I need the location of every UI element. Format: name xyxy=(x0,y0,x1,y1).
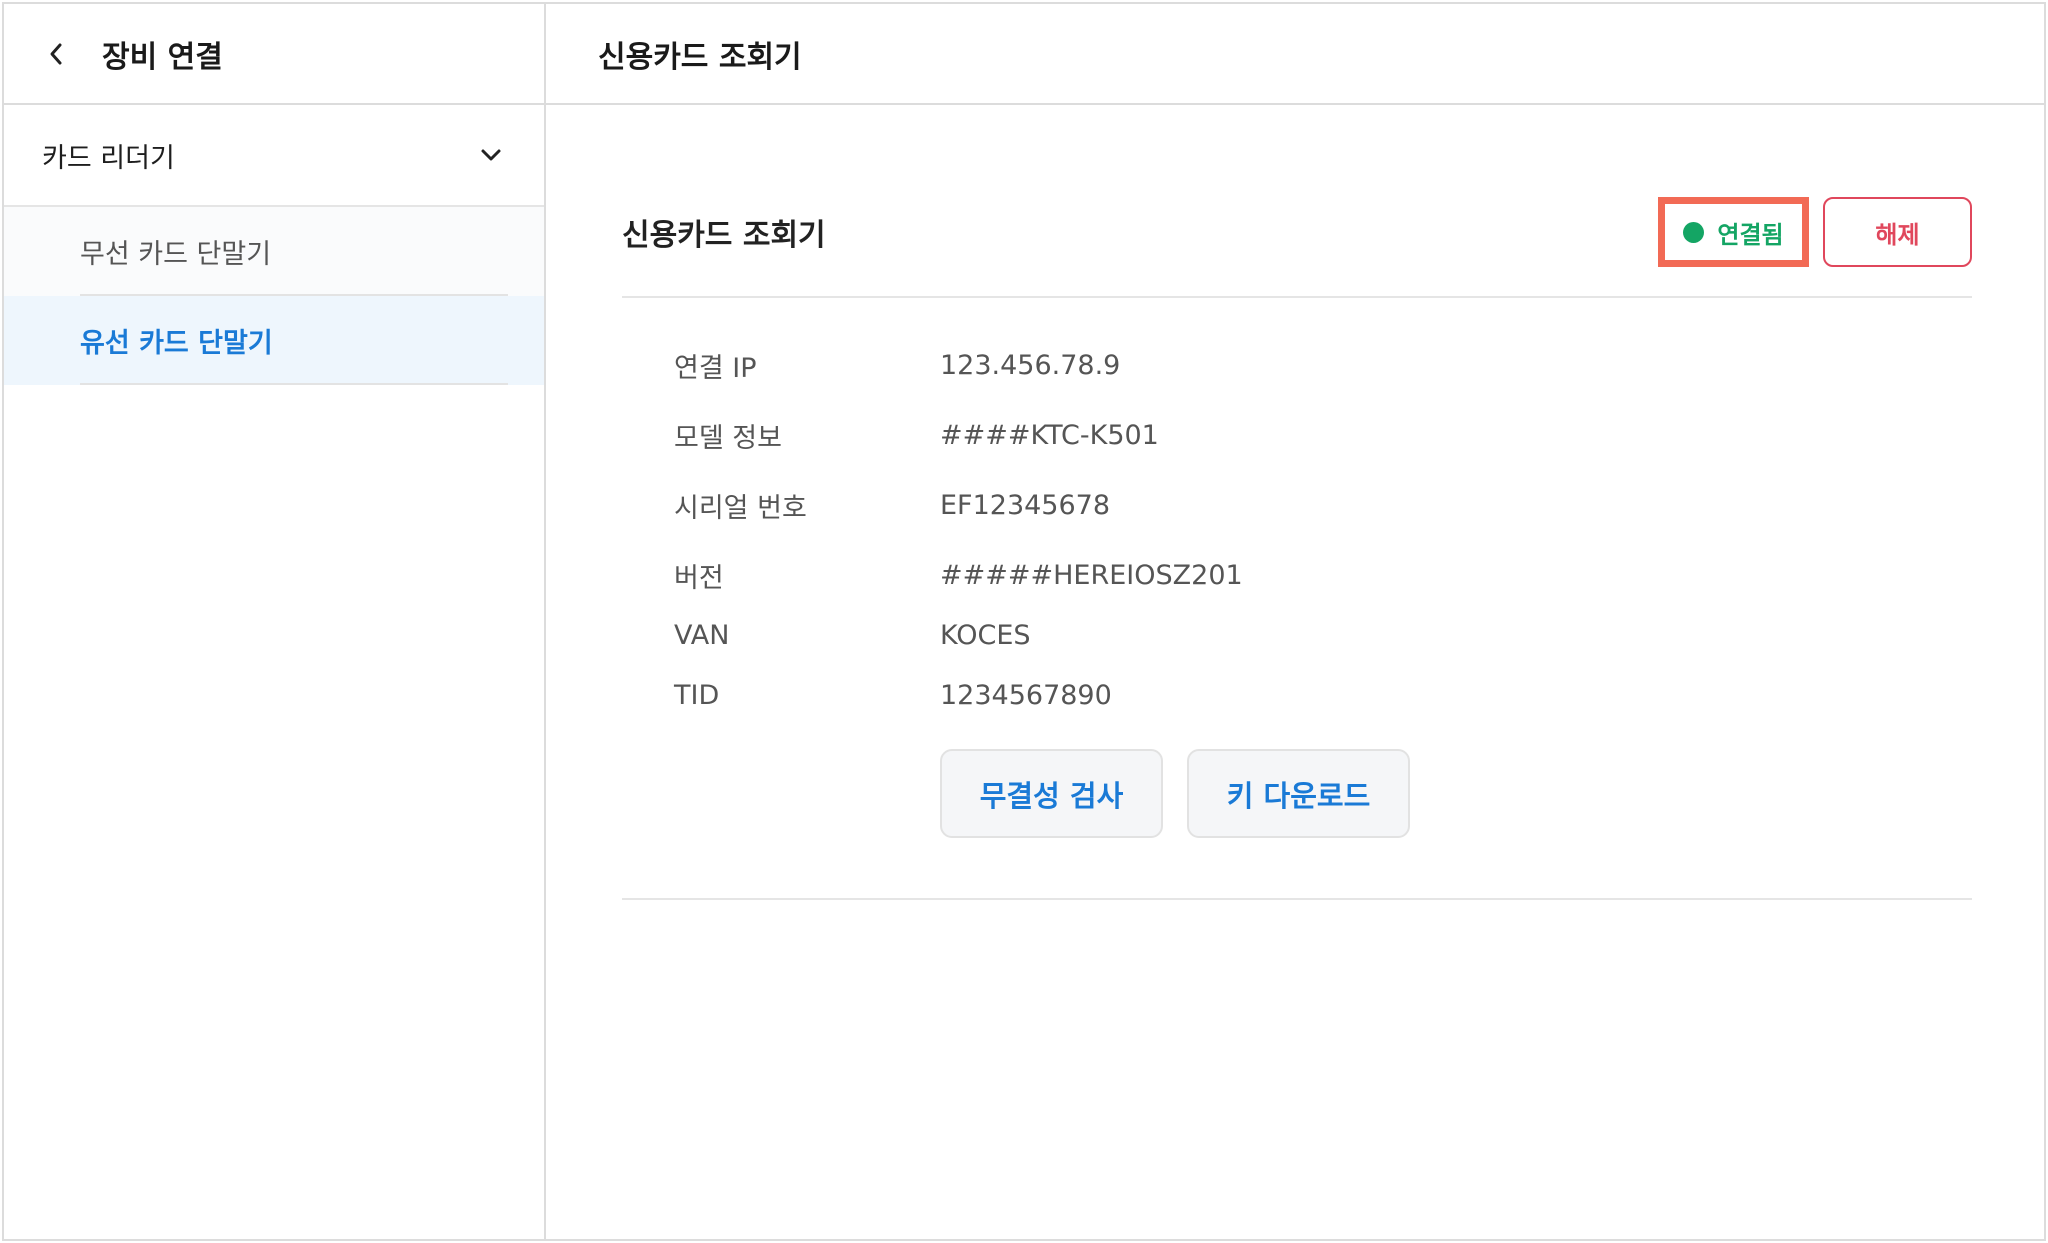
info-value: ####KTC-K501 xyxy=(940,419,1159,451)
panel-actions: 연결됨 해제 xyxy=(1658,197,1972,267)
chevron-down-icon xyxy=(478,142,504,168)
panel-divider xyxy=(622,898,1972,900)
info-row-van: VAN KOCES xyxy=(674,616,1972,654)
info-row-serial: 시리얼 번호 EF12345678 xyxy=(674,486,1972,524)
info-row-tid: TID 1234567890 xyxy=(674,676,1972,714)
app-window: 장비 연결 카드 리더기 무선 카드 단말기 유선 카드 단말기 신용카드 조회… xyxy=(2,2,2046,1241)
info-label: TID xyxy=(674,679,720,711)
key-download-button[interactable]: 키 다운로드 xyxy=(1187,749,1410,838)
main-header: 신용카드 조회기 xyxy=(546,4,2044,105)
sidebar-header: 장비 연결 xyxy=(4,4,544,105)
info-label: 버전 xyxy=(674,562,724,594)
info-row-version: 버전 #####HEREIOSZ201 xyxy=(674,556,1972,594)
sidebar: 장비 연결 카드 리더기 무선 카드 단말기 유선 카드 단말기 xyxy=(4,4,546,1239)
info-value: KOCES xyxy=(940,619,1031,651)
info-label: 연결 IP xyxy=(674,352,757,384)
integrity-check-button[interactable]: 무결성 검사 xyxy=(940,749,1163,838)
info-value: #####HEREIOSZ201 xyxy=(940,559,1243,591)
device-panel: 신용카드 조회기 연결됨 해제 연결 IP 123.456.78.9 모델 정보… xyxy=(622,174,1972,900)
action-buttons: 무결성 검사 키 다운로드 xyxy=(940,749,1972,838)
chevron-left-icon[interactable] xyxy=(44,42,68,66)
info-value: 1234567890 xyxy=(940,679,1112,711)
info-row-model: 모델 정보 ####KTC-K501 xyxy=(674,416,1972,454)
sidebar-item-wired-terminal[interactable]: 유선 카드 단말기 xyxy=(4,296,544,385)
sidebar-title: 장비 연결 xyxy=(102,39,223,75)
device-info-list: 연결 IP 123.456.78.9 모델 정보 ####KTC-K501 시리… xyxy=(622,298,1972,714)
disconnect-button[interactable]: 해제 xyxy=(1823,197,1972,267)
group-label: 카드 리더기 xyxy=(42,142,175,174)
info-label: 모델 정보 xyxy=(674,422,782,454)
status-label: 연결됨 xyxy=(1717,220,1784,249)
panel-title: 신용카드 조회기 xyxy=(622,218,826,253)
group-card-reader[interactable]: 카드 리더기 xyxy=(4,105,544,207)
page-title: 신용카드 조회기 xyxy=(598,39,802,75)
info-value: EF12345678 xyxy=(940,489,1111,521)
status-dot-icon xyxy=(1683,221,1705,243)
info-label: VAN xyxy=(674,619,730,651)
sidebar-item-label: 무선 카드 단말기 xyxy=(80,239,272,270)
main-content: 신용카드 조회기 신용카드 조회기 연결됨 해제 연결 IP 123.456.7… xyxy=(546,4,2044,1239)
sidebar-item-label: 유선 카드 단말기 xyxy=(80,328,273,359)
info-label: 시리얼 번호 xyxy=(674,492,807,524)
panel-header: 신용카드 조회기 연결됨 해제 xyxy=(622,174,1972,298)
info-value: 123.456.78.9 xyxy=(940,349,1121,381)
sidebar-item-wireless-terminal[interactable]: 무선 카드 단말기 xyxy=(4,207,544,296)
status-badge: 연결됨 xyxy=(1658,197,1809,267)
info-row-ip: 연결 IP 123.456.78.9 xyxy=(674,346,1972,384)
